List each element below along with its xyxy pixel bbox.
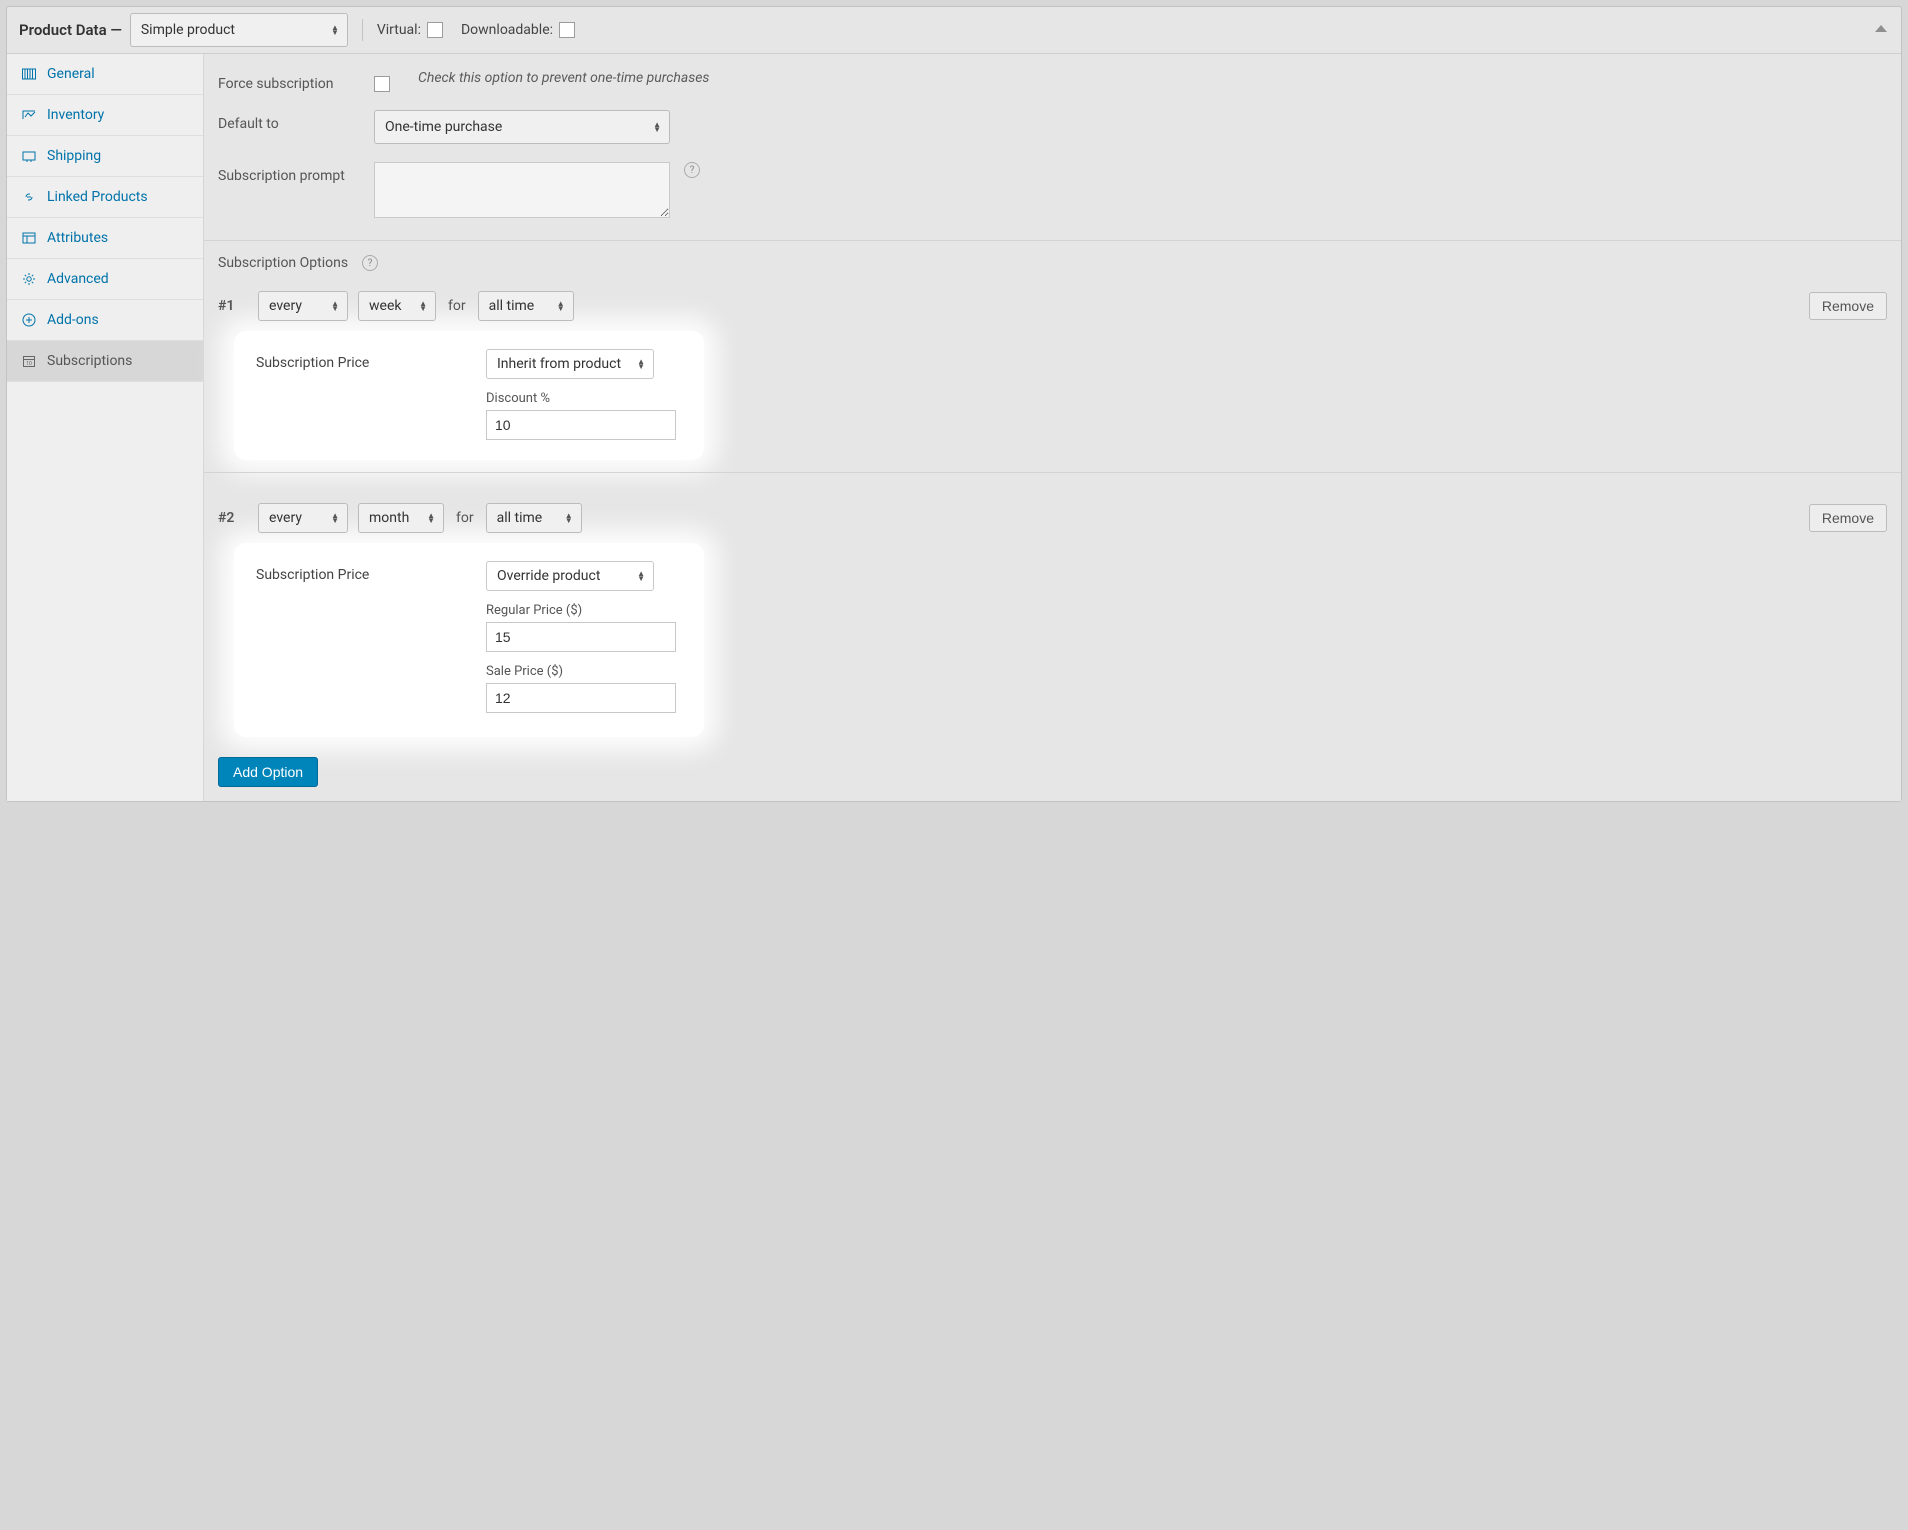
downloadable-label: Downloadable: xyxy=(461,22,553,38)
sidebar-item-label: General xyxy=(47,66,95,82)
collapse-icon[interactable] xyxy=(1875,25,1887,32)
subscription-settings: Force subscription Check this option to … xyxy=(204,54,1901,240)
sidebar-item-label: Advanced xyxy=(47,271,109,287)
sidebar-item-label: Subscriptions xyxy=(47,353,132,369)
select-arrows-icon: ▲▼ xyxy=(419,301,427,311)
force-subscription-checkbox[interactable] xyxy=(374,76,390,92)
default-to-select[interactable]: One-time purchase ▲▼ xyxy=(374,110,670,144)
downloadable-checkbox[interactable] xyxy=(559,22,575,38)
sidebar-item-general[interactable]: General xyxy=(7,54,203,95)
sidebar-item-linked-products[interactable]: Linked Products xyxy=(7,177,203,218)
sidebar-item-inventory[interactable]: Inventory xyxy=(7,95,203,136)
duration-value: all time xyxy=(497,510,543,526)
remove-option-button[interactable]: Remove xyxy=(1809,504,1887,532)
sidebar-item-shipping[interactable]: Shipping xyxy=(7,136,203,177)
select-arrows-icon: ▲▼ xyxy=(637,571,645,581)
select-arrows-icon: ▲▼ xyxy=(557,301,565,311)
price-mode-value: Inherit from product xyxy=(497,356,621,372)
general-icon xyxy=(21,67,37,81)
sidebar-item-label: Shipping xyxy=(47,148,101,164)
sidebar-item-subscriptions[interactable]: 10 Subscriptions xyxy=(7,341,203,382)
price-mode-value: Override product xyxy=(497,568,600,584)
select-arrows-icon: ▲▼ xyxy=(565,513,573,523)
product-type-select[interactable]: Simple product ▲▼ xyxy=(130,13,348,47)
help-icon[interactable]: ? xyxy=(684,162,700,178)
calendar-icon: 10 xyxy=(21,354,37,368)
subscription-prompt-label: Subscription prompt xyxy=(218,162,374,184)
remove-option-button[interactable]: Remove xyxy=(1809,292,1887,320)
price-card: Subscription Price Inherit from product … xyxy=(234,331,704,460)
default-to-label: Default to xyxy=(218,110,374,132)
product-data-panel: Product Data — Simple product ▲▼ Virtual… xyxy=(6,6,1902,802)
virtual-label: Virtual: xyxy=(377,22,421,38)
sidebar-item-advanced[interactable]: Advanced xyxy=(7,259,203,300)
sidebar-item-addons[interactable]: Add-ons xyxy=(7,300,203,341)
subscription-option: #2 every ▲▼ month ▲▼ for all time ▲▼ Rem… xyxy=(204,473,1901,737)
option-index: #2 xyxy=(218,510,248,526)
subscription-price-label: Subscription Price xyxy=(256,349,486,371)
unit-value: month xyxy=(369,510,409,526)
for-label: for xyxy=(454,510,476,526)
unit-select[interactable]: month ▲▼ xyxy=(358,503,444,533)
select-arrows-icon: ▲▼ xyxy=(331,513,339,523)
sale-price-label: Sale Price ($) xyxy=(486,664,676,679)
sidebar-item-attributes[interactable]: Attributes xyxy=(7,218,203,259)
discount-input[interactable] xyxy=(486,410,676,440)
duration-select[interactable]: all time ▲▼ xyxy=(478,291,574,321)
shipping-icon xyxy=(21,149,37,163)
select-arrows-icon: ▲▼ xyxy=(427,513,435,523)
price-mode-select[interactable]: Override product ▲▼ xyxy=(486,561,654,591)
inventory-icon xyxy=(21,108,37,122)
frequency-select[interactable]: every ▲▼ xyxy=(258,503,348,533)
product-type-value: Simple product xyxy=(141,22,235,38)
sidebar-item-label: Inventory xyxy=(47,107,104,123)
price-mode-select[interactable]: Inherit from product ▲▼ xyxy=(486,349,654,379)
frequency-value: every xyxy=(269,510,302,526)
sale-price-input[interactable] xyxy=(486,683,676,713)
default-to-value: One-time purchase xyxy=(385,119,502,135)
duration-select[interactable]: all time ▲▼ xyxy=(486,503,582,533)
subscription-options-heading: Subscription Options xyxy=(218,255,348,271)
svg-text:10: 10 xyxy=(26,361,32,367)
link-icon xyxy=(21,190,37,204)
select-arrows-icon: ▲▼ xyxy=(653,122,661,132)
frequency-select[interactable]: every ▲▼ xyxy=(258,291,348,321)
unit-select[interactable]: week ▲▼ xyxy=(358,291,436,321)
attributes-icon xyxy=(21,231,37,245)
sidebar: General Inventory Shipping Linked Produc… xyxy=(7,54,204,801)
vertical-divider xyxy=(362,19,363,41)
regular-price-input[interactable] xyxy=(486,622,676,652)
subscription-price-label: Subscription Price xyxy=(256,561,486,583)
help-icon[interactable]: ? xyxy=(362,255,378,271)
panel-header: Product Data — Simple product ▲▼ Virtual… xyxy=(7,7,1901,54)
panel-body: General Inventory Shipping Linked Produc… xyxy=(7,54,1901,801)
sidebar-item-label: Linked Products xyxy=(47,189,148,205)
plus-circle-icon xyxy=(21,313,37,327)
select-arrows-icon: ▲▼ xyxy=(331,301,339,311)
force-subscription-hint: Check this option to prevent one-time pu… xyxy=(418,70,709,86)
sidebar-item-label: Attributes xyxy=(47,230,108,246)
force-subscription-label: Force subscription xyxy=(218,70,374,92)
subscription-option: #1 every ▲▼ week ▲▼ for all time ▲▼ Remo… xyxy=(204,279,1901,460)
virtual-checkbox[interactable] xyxy=(427,22,443,38)
gear-icon xyxy=(21,272,37,286)
regular-price-label: Regular Price ($) xyxy=(486,603,676,618)
unit-value: week xyxy=(369,298,401,314)
content-area: Force subscription Check this option to … xyxy=(204,54,1901,801)
price-card: Subscription Price Override product ▲▼ R… xyxy=(234,543,704,737)
option-index: #1 xyxy=(218,298,248,314)
frequency-value: every xyxy=(269,298,302,314)
select-arrows-icon: ▲▼ xyxy=(331,25,339,35)
discount-label: Discount % xyxy=(486,391,676,406)
duration-value: all time xyxy=(489,298,535,314)
subscription-prompt-textarea[interactable] xyxy=(374,162,670,218)
for-label: for xyxy=(446,298,468,314)
select-arrows-icon: ▲▼ xyxy=(637,359,645,369)
panel-title: Product Data — xyxy=(19,21,122,39)
add-option-button[interactable]: Add Option xyxy=(218,757,318,787)
sidebar-item-label: Add-ons xyxy=(47,312,99,328)
